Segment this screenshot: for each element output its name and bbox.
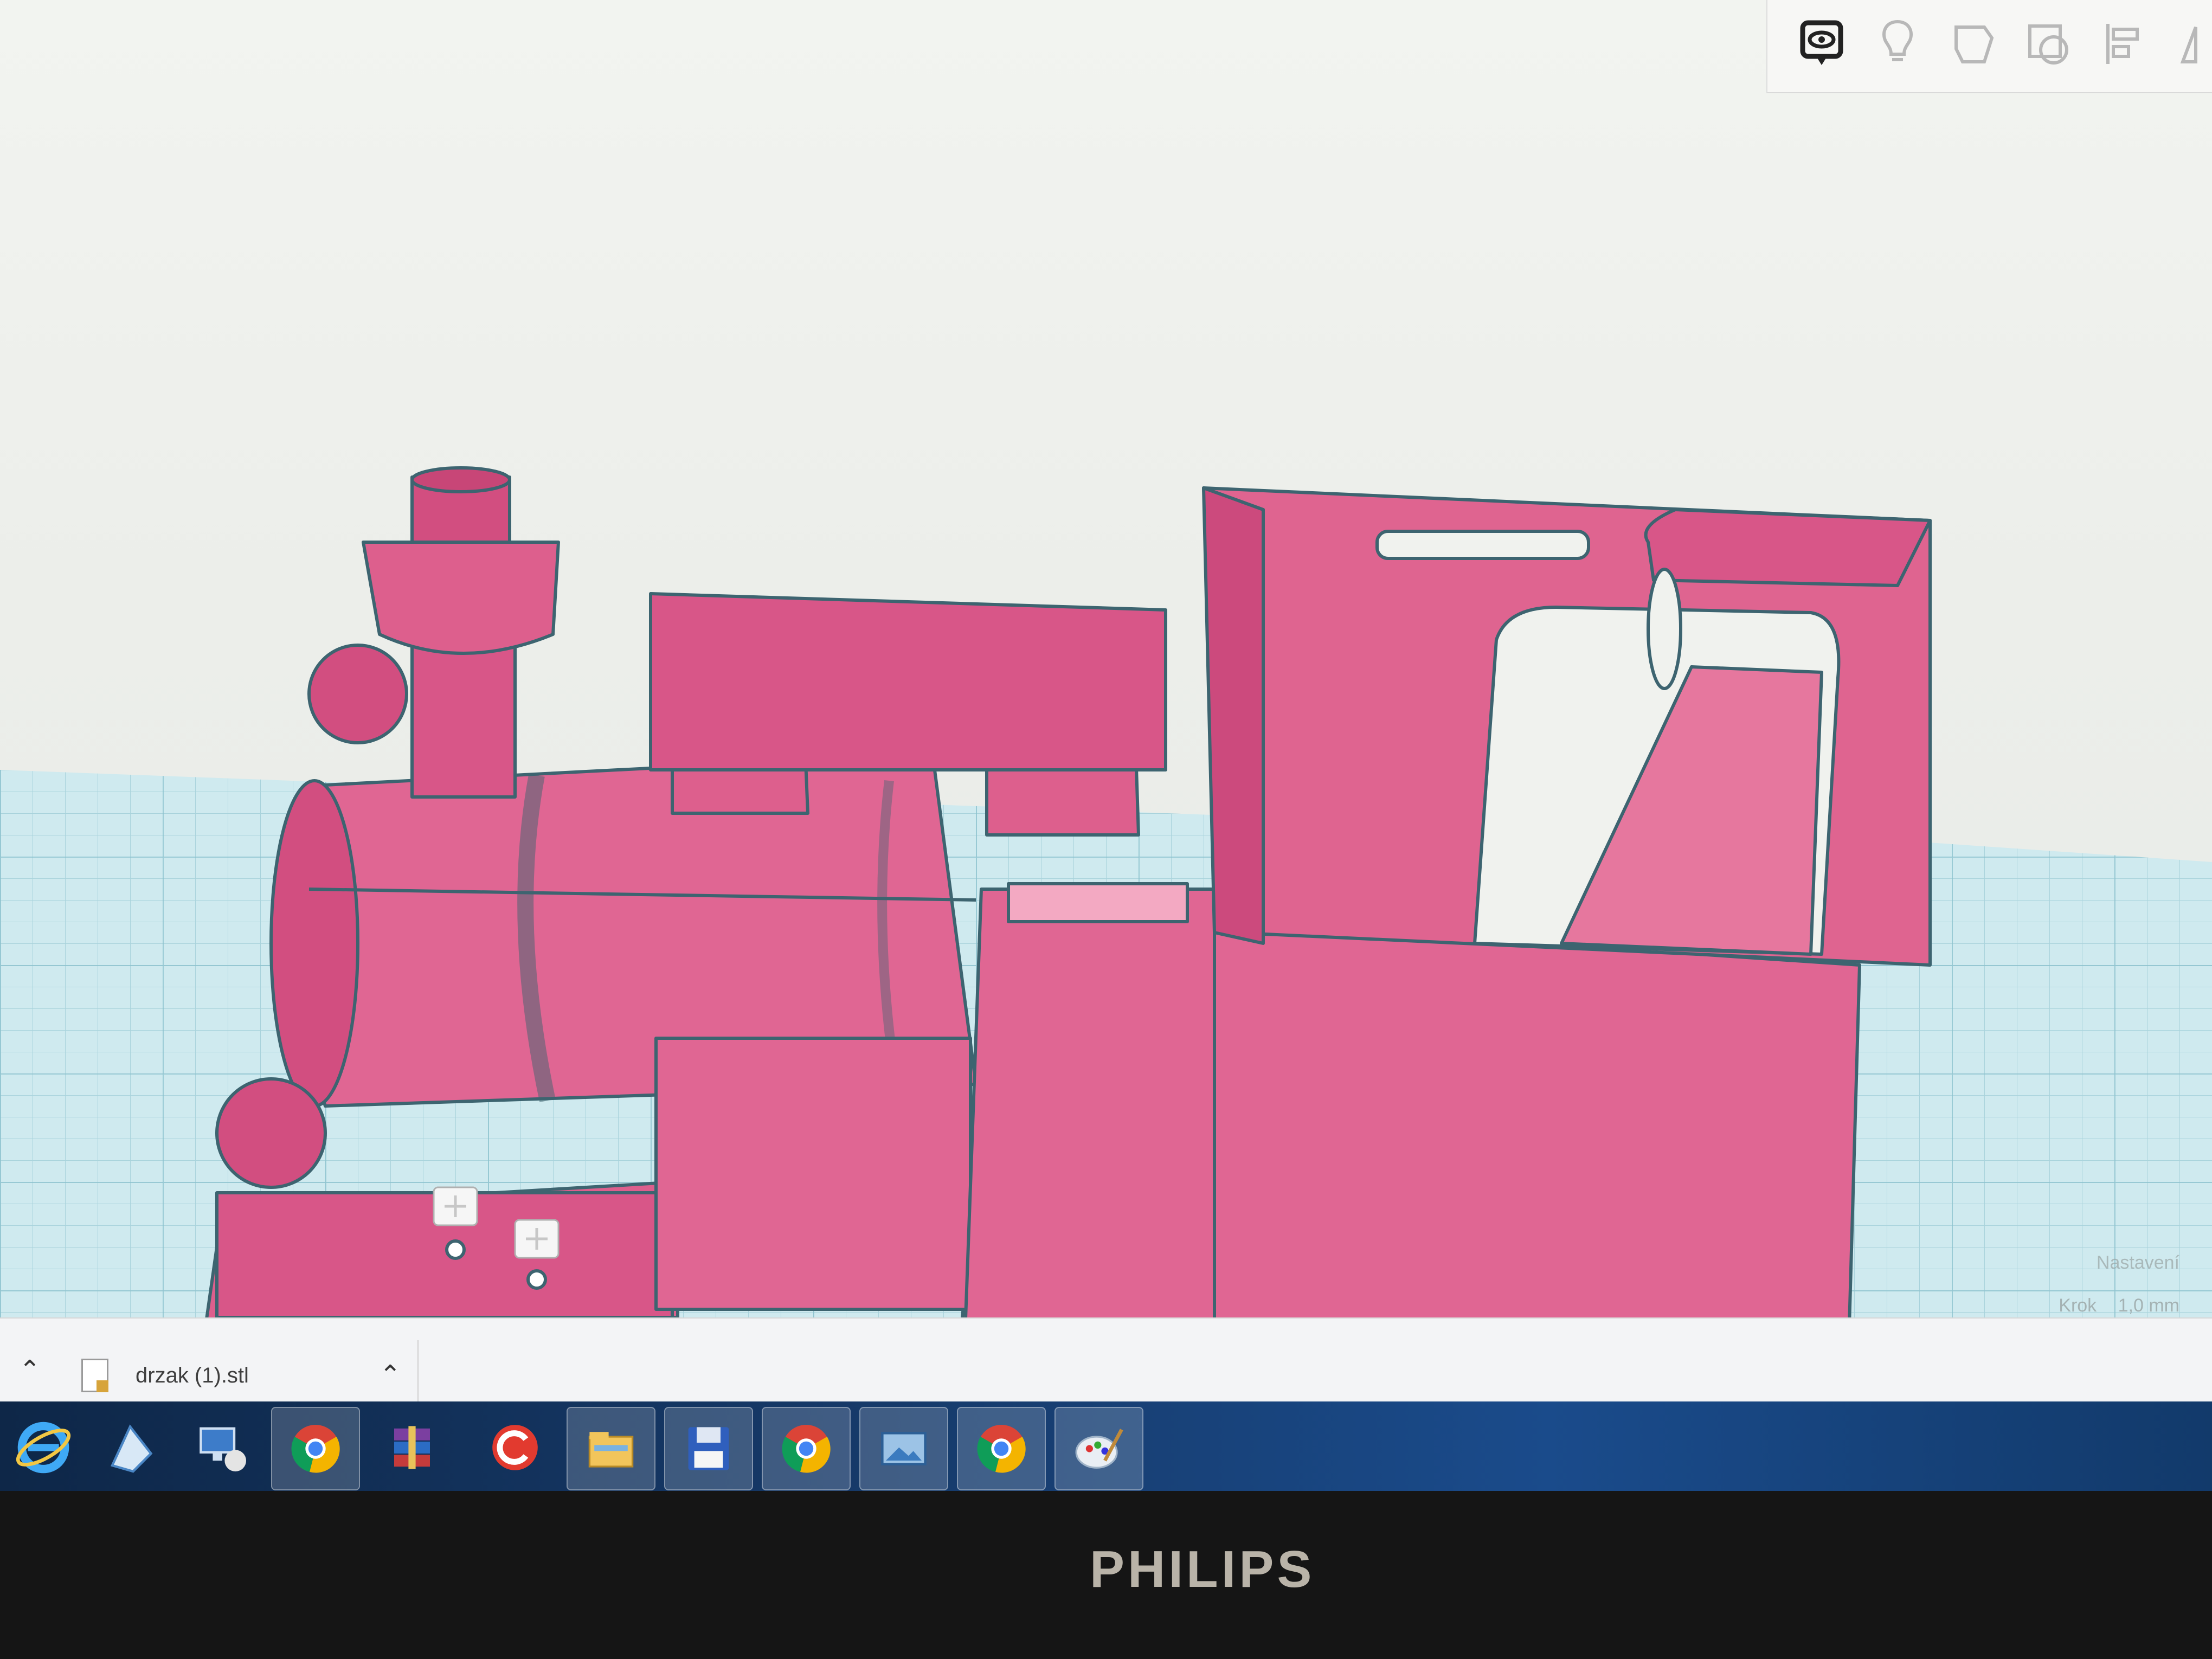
chrome-icon[interactable]: [271, 1407, 360, 1490]
chevron-up-icon[interactable]: ⌃: [380, 1360, 401, 1390]
step-label: Krok: [2059, 1295, 2097, 1316]
chevron-up-icon[interactable]: ⌃: [11, 1351, 49, 1389]
snap-step[interactable]: Krok 1,0 mm: [2042, 1295, 2179, 1316]
file-icon: [81, 1359, 108, 1392]
ccleaner-icon[interactable]: [472, 1407, 558, 1488]
taskbar: [0, 1401, 2212, 1491]
internet-explorer-icon[interactable]: [0, 1407, 87, 1488]
viewport-settings: Nastavení Krok 1,0 mm: [2042, 1252, 2179, 1316]
paint-icon[interactable]: [1054, 1407, 1143, 1490]
chrome-icon[interactable]: [762, 1407, 851, 1490]
file-explorer-icon[interactable]: [567, 1407, 655, 1490]
chrome-icon[interactable]: [957, 1407, 1046, 1490]
download-file-name[interactable]: drzak (1).stl: [136, 1364, 249, 1388]
step-value[interactable]: 1,0 mm: [2118, 1295, 2179, 1316]
settings-label[interactable]: Nastavení: [2042, 1252, 2179, 1274]
floppy-disk-icon[interactable]: [664, 1407, 753, 1490]
winrar-icon[interactable]: [369, 1407, 455, 1488]
monitor-brand-logo: PHILIPS: [1090, 1540, 1315, 1598]
download-item[interactable]: drzak (1).stl ⌃: [81, 1340, 419, 1411]
locomotive-model[interactable]: [0, 0, 2212, 1355]
photo-viewer-icon[interactable]: [859, 1407, 948, 1490]
remote-desktop-icon[interactable]: [179, 1407, 266, 1488]
notepad-icon[interactable]: [87, 1407, 173, 1488]
screen: Nastavení Krok 1,0 mm ⌃ drzak (1).stl ⌃: [0, 0, 2212, 1496]
